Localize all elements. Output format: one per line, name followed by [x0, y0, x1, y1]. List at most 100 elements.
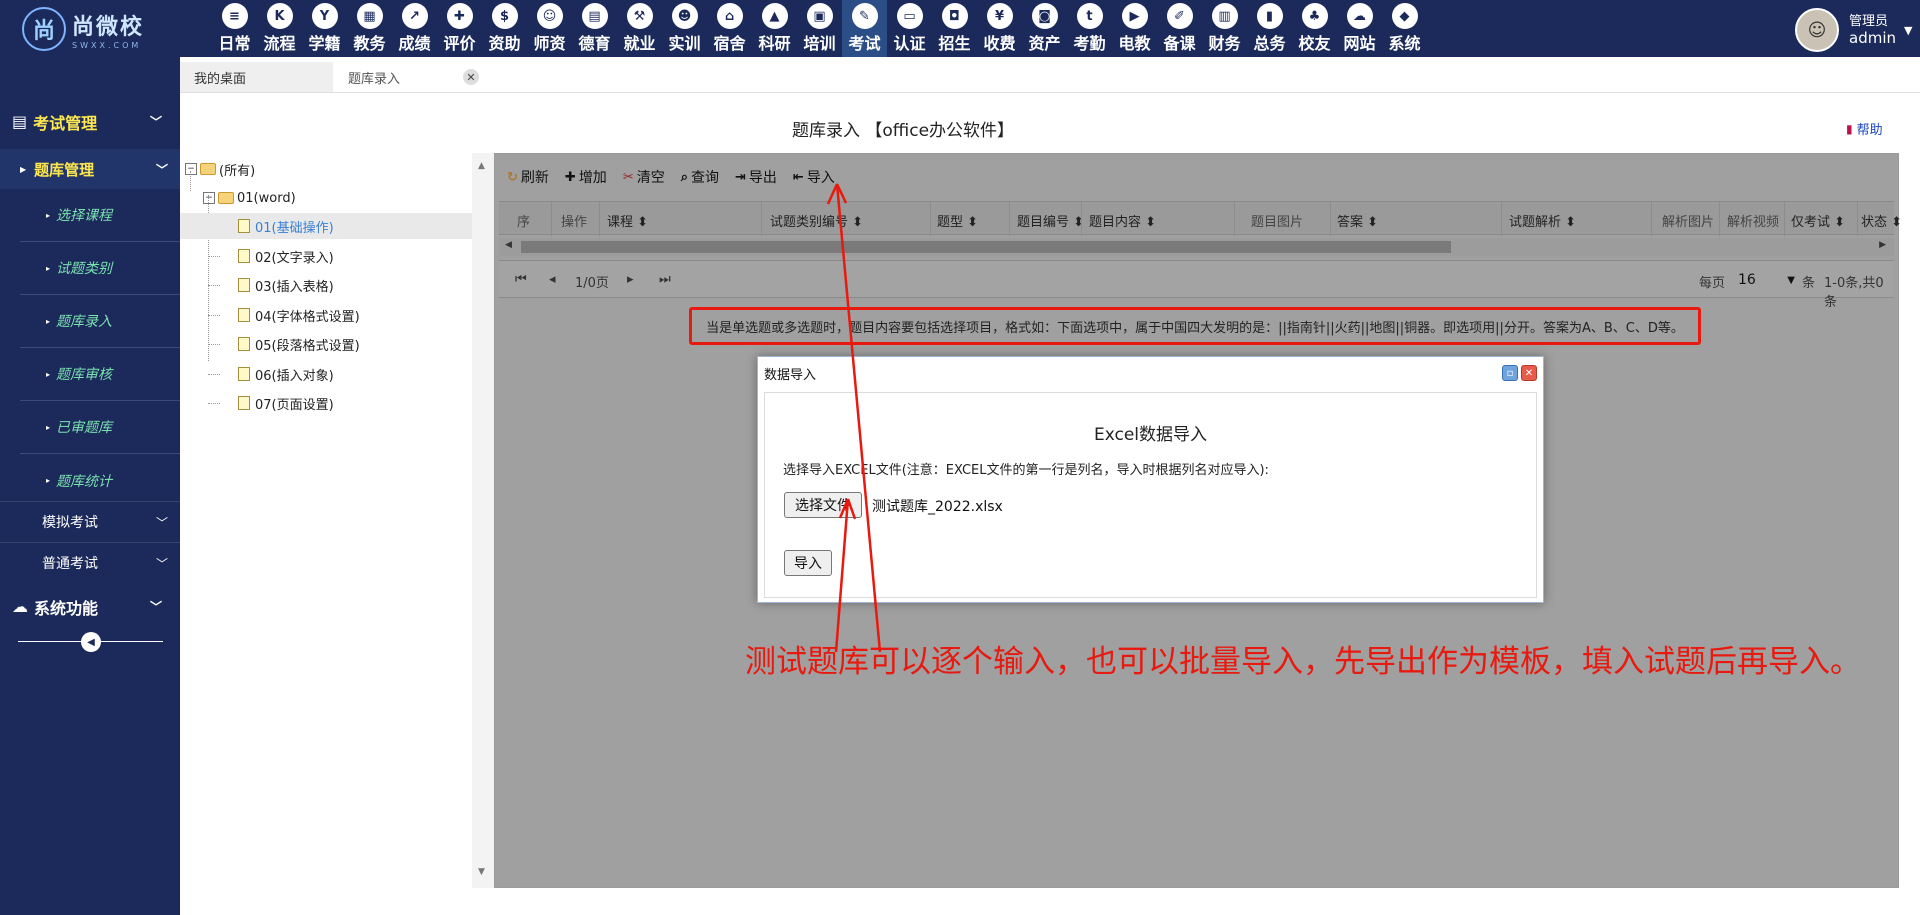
module-student[interactable]: Y 学籍 [302, 0, 347, 57]
close-icon[interactable]: ✕ [463, 69, 479, 85]
query-button[interactable]: ⌕ 查询 [681, 167, 719, 187]
module-tumblr[interactable]: t 考勤 [1067, 0, 1112, 57]
scroll-down-icon[interactable]: ▼ [478, 867, 485, 877]
module-video[interactable]: ▶ 电教 [1112, 0, 1157, 57]
logo[interactable]: 尚 尚微校 SWXX.COM [22, 6, 167, 52]
column-header-sortable[interactable]: 试题解析 ⬍ [1509, 211, 1576, 230]
module-cloud[interactable]: ☁ 网站 [1337, 0, 1382, 57]
module-monitor[interactable]: ▭ 认证 [887, 0, 932, 57]
column-header-sortable[interactable]: 试题类别编号 ⬍ [770, 211, 863, 230]
choose-file-button[interactable]: 选择文件 [784, 492, 862, 518]
refresh-button[interactable]: ↻ 刷新 [507, 167, 549, 187]
next-page-icon[interactable]: ▸ [627, 272, 634, 287]
module-bus[interactable]: ◘ 招生 [932, 0, 977, 57]
sidebar-item-bank-statistics[interactable]: ▸ 题库统计 [20, 454, 180, 507]
scroll-left-icon[interactable]: ◀ [505, 240, 512, 250]
column-header-label: 课程 [607, 215, 634, 230]
teacher-icon: ☺ [536, 3, 563, 29]
collapse-toggle-icon[interactable]: − [203, 192, 215, 204]
sidebar-section-exam-management[interactable]: ▤ 考试管理 ﹀ [0, 99, 180, 144]
module-graduation[interactable]: ▲ 科研 [752, 0, 797, 57]
module-flow[interactable]: K 流程 [257, 0, 302, 57]
module-chart[interactable]: ↗ 成绩 [392, 0, 437, 57]
tree-node[interactable]: 06(插入对象) [238, 361, 334, 387]
module-aid[interactable]: $ 资助 [482, 0, 527, 57]
module-book[interactable]: ▤ 德育 [572, 0, 617, 57]
maximize-icon[interactable]: ▫ [1502, 365, 1518, 381]
collapse-left-icon[interactable]: ◀ [81, 632, 101, 652]
import-toolbar-button[interactable]: ⇤ 导入 [793, 167, 835, 187]
module-users[interactable]: ♣ 校友 [1292, 0, 1337, 57]
module-training[interactable]: ☻ 实训 [662, 0, 707, 57]
column-header-label: 题型 [937, 215, 964, 230]
clear-button[interactable]: ✂ 清空 [623, 167, 665, 187]
sidebar-item-question-review[interactable]: ▸ 题库审核 [20, 348, 180, 401]
caret-down-icon[interactable]: ▼ [1904, 24, 1912, 37]
module-newspaper[interactable]: ▥ 财务 [1202, 0, 1247, 57]
column-header-sortable[interactable]: 题目内容 ⬍ [1089, 211, 1156, 230]
scroll-right-icon[interactable]: ▶ [1879, 240, 1886, 250]
module-train[interactable]: ◙ 资产 [1022, 0, 1067, 57]
tree-node-root[interactable]: − (所有) [185, 156, 465, 182]
tree-node[interactable]: 05(段落格式设置) [238, 331, 360, 357]
tree-node[interactable]: 03(插入表格) [238, 272, 334, 298]
dialog-titlebar[interactable]: 数据导入 ▫ ✕ [758, 357, 1543, 389]
data-import-dialog: 数据导入 ▫ ✕ Excel数据导入 选择导入EXCEL文件(注意：EXCEL文… [757, 356, 1544, 603]
sidebar-collapse-toggle[interactable]: ◀ [18, 632, 163, 652]
sidebar-group-mock-exam[interactable]: 模拟考试 ﹀ [0, 501, 180, 542]
sidebar-section-system[interactable]: ☁ 系统功能 ﹀ [0, 584, 180, 629]
tree-node[interactable]: 07(页面设置) [238, 390, 334, 416]
column-header-sortable[interactable]: 题型 ⬍ [937, 211, 978, 230]
column-header-sortable[interactable]: 课程 ⬍ [607, 211, 648, 230]
tree-node-folder-word[interactable]: − 01(word) [203, 185, 465, 211]
module-bar-chart[interactable]: ▮ 总务 [1247, 0, 1292, 57]
tree-scrollbar[interactable]: ▲ ▼ [472, 153, 494, 888]
module-cube[interactable]: ◆ 系统 [1382, 0, 1427, 57]
previous-page-icon[interactable]: ◂ [549, 272, 556, 287]
import-button[interactable]: 导入 [784, 550, 832, 576]
tree-node[interactable]: 01(基础操作) [180, 213, 472, 239]
page-size-select[interactable]: 16 ▼ [1734, 268, 1799, 292]
column-header-sortable[interactable]: 题目编号 ⬍ [1017, 211, 1084, 230]
module-home[interactable]: ⌂ 宿舍 [707, 0, 752, 57]
column-header-sortable[interactable]: 状态 ⬍ [1861, 211, 1902, 230]
module-hammer[interactable]: ⚒ 就业 [617, 0, 662, 57]
module-image[interactable]: ▣ 培训 [797, 0, 842, 57]
tree-node[interactable]: 04(字体格式设置) [238, 302, 360, 328]
sidebar-item-question-entry[interactable]: ▸ 题库录入 [20, 295, 180, 348]
scroll-up-icon[interactable]: ▲ [478, 161, 485, 171]
sidebar-item-reviewed-bank[interactable]: ▸ 已审题库 [20, 401, 180, 454]
sidebar-item-question-category[interactable]: ▸ 试题类别 [20, 242, 180, 295]
document-icon [238, 337, 250, 351]
collapse-toggle-icon[interactable]: − [185, 163, 197, 175]
column-header-sortable[interactable]: 仅考试 ⬍ [1791, 211, 1845, 230]
close-icon[interactable]: ✕ [1521, 365, 1537, 381]
tab-question-entry[interactable]: 题库录入 ✕ [334, 62, 487, 92]
module-yen[interactable]: ¥ 收费 [977, 0, 1022, 57]
module-tools[interactable]: ✎ 考试 [842, 0, 887, 57]
sidebar-item-select-course[interactable]: ▸ 选择课程 [20, 189, 180, 242]
tab-my-desktop[interactable]: 我的桌面 [180, 62, 333, 92]
horizontal-scrollbar[interactable]: ◀ ▶ [499, 238, 1894, 256]
last-page-icon[interactable]: ⏭ [659, 272, 671, 287]
tree-node[interactable]: 02(文字录入) [238, 243, 334, 269]
avatar[interactable]: ☺ [1795, 8, 1839, 52]
module-edit[interactable]: ✐ 备课 [1157, 0, 1202, 57]
help-link[interactable]: ▮ 帮助 [1846, 119, 1883, 139]
module-evaluate[interactable]: ✚ 评价 [437, 0, 482, 57]
sidebar-sub-question-bank[interactable]: ▶ 题库管理 ﹀ [0, 149, 180, 189]
column-header-sortable[interactable]: 答案 ⬍ [1337, 211, 1378, 230]
scrollbar-thumb[interactable] [521, 241, 1451, 253]
user-menu[interactable]: ☺ 管理员 admin ▼ [1795, 8, 1912, 52]
module-schedule[interactable]: ▦ 教务 [347, 0, 392, 57]
logo-domain: SWXX.COM [72, 40, 142, 50]
export-button[interactable]: ⇥ 导出 [735, 167, 777, 187]
sidebar-section-label: 系统功能 [34, 598, 99, 618]
add-button[interactable]: ✚ 增加 [565, 167, 607, 187]
module-calendar[interactable]: ≡ 日常 [212, 0, 257, 57]
module-label: 实训 [668, 34, 701, 53]
first-page-icon[interactable]: ⏮ [515, 272, 527, 287]
column-header-label: 题目编号 [1017, 215, 1070, 230]
module-teacher[interactable]: ☺ 师资 [527, 0, 572, 57]
sidebar-group-regular-exam[interactable]: 普通考试 ﹀ [0, 542, 180, 583]
